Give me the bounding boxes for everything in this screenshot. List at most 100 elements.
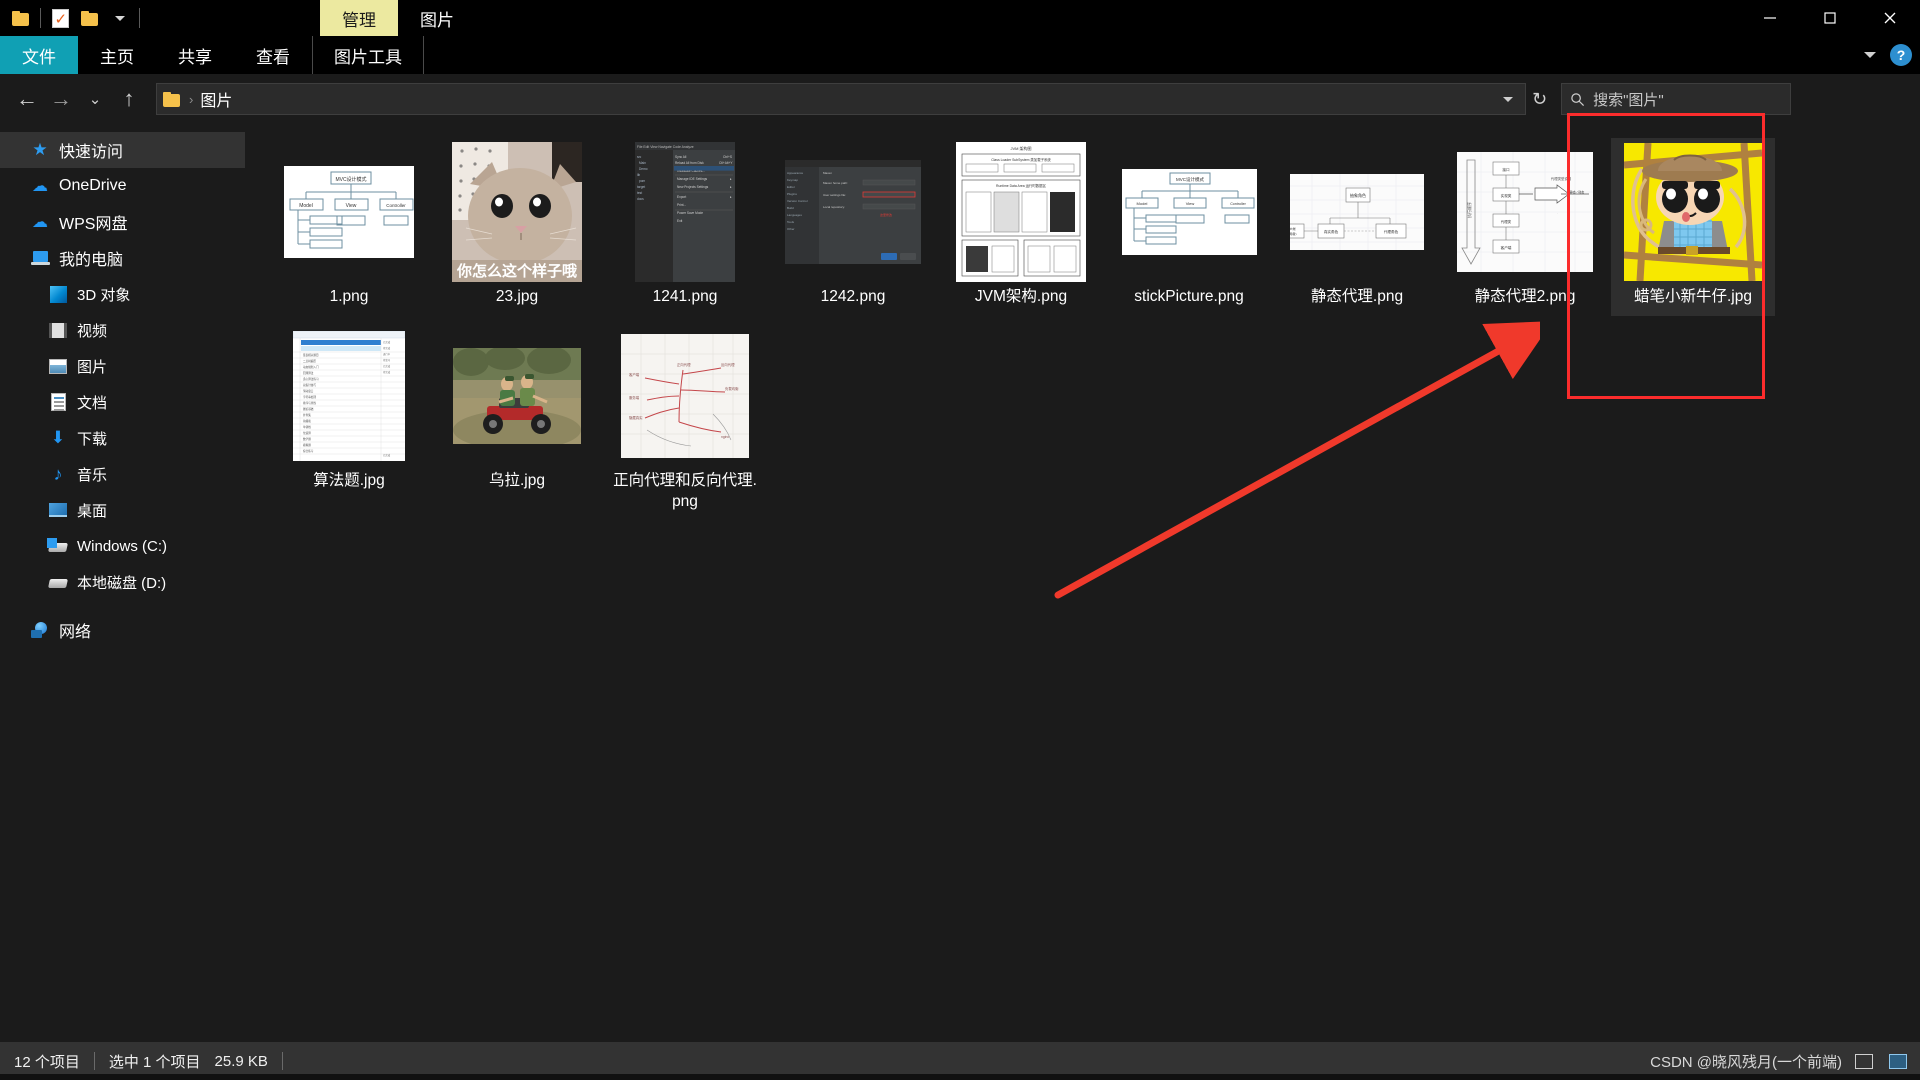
svg-text:Maven: Maven — [823, 171, 832, 175]
sidebar-item-local-disk-d[interactable]: 本地磁盘 (D:) — [0, 564, 245, 600]
file-item[interactable]: 执行顺序 接口 实现类 代理类 客户端 代理类型说明 静态 / 动态 · 静态代… — [1443, 138, 1607, 316]
desktop-icon — [48, 500, 68, 520]
sidebar-item-windows-c[interactable]: Windows (C:) — [0, 528, 245, 564]
sidebar-item-downloads[interactable]: ⬇ 下载 — [0, 420, 245, 456]
sidebar-item-label: 3D 对象 — [77, 286, 131, 304]
file-name: 1241.png — [652, 288, 718, 305]
svg-text:Sync All: Sync All — [675, 155, 687, 159]
sidebar-item-pictures[interactable]: 图片 — [0, 348, 245, 384]
file-name: stickPicture.png — [1134, 288, 1244, 305]
minimize-button[interactable] — [1740, 0, 1800, 36]
svg-text:图论基础: 图论基础 — [303, 407, 314, 411]
svg-text:贪心算法练习: 贪心算法练习 — [303, 377, 319, 381]
file-name: 23.jpg — [495, 288, 539, 305]
file-name: 静态代理.png — [1310, 288, 1404, 305]
tab-share[interactable]: 共享 — [156, 36, 234, 74]
svg-text:反向代理: 反向代理 — [721, 362, 735, 367]
large-icons-view-icon[interactable] — [1886, 1050, 1910, 1072]
chevron-down-icon: ⌄ — [88, 90, 102, 108]
details-view-icon[interactable] — [1852, 1050, 1876, 1072]
svg-text:MVC设计模式: MVC设计模式 — [1176, 176, 1204, 183]
tab-home[interactable]: 主页 — [78, 36, 156, 74]
svg-text:接口: 接口 — [1502, 167, 1510, 172]
svg-text:Tools: Tools — [787, 220, 795, 224]
sidebar-item-onedrive[interactable]: ☁ OneDrive — [0, 168, 245, 204]
recent-locations-button[interactable]: ⌄ — [78, 82, 112, 116]
sidebar-item-documents[interactable]: 文档 — [0, 384, 245, 420]
tab-file[interactable]: 文件 — [0, 36, 78, 74]
tab-picture-tools[interactable]: 图片工具 — [312, 36, 424, 74]
maximize-button[interactable] — [1800, 0, 1860, 36]
svg-text:位运算: 位运算 — [303, 431, 311, 435]
svg-text:负载均衡: 负载均衡 — [725, 386, 739, 391]
search-input[interactable]: 搜索"图片" — [1561, 83, 1792, 115]
svg-text:隐藏真实: 隐藏真实 — [629, 415, 643, 420]
sidebar-item-label: Windows (C:) — [77, 537, 168, 555]
file-item[interactable]: File Edit View Navigate Code Analyze src… — [603, 138, 767, 316]
sidebar-item-label: OneDrive — [59, 177, 127, 194]
sidebar-item-videos[interactable]: 视频 — [0, 312, 245, 348]
3d-objects-icon — [48, 284, 68, 304]
wps-cloud-icon: ☁ — [32, 214, 48, 231]
svg-text:Controller: Controller — [1230, 202, 1246, 206]
breadcrumb-separator: › — [189, 91, 194, 107]
svg-text:View: View — [346, 203, 357, 209]
contextual-tab-manage[interactable]: 管理 — [320, 0, 398, 36]
item-count-text: 12 个项目 — [14, 1053, 80, 1071]
flow-light-thumbnail: 抽象角色 真实角色 代理角色 客户端 (调用者) — [1290, 174, 1424, 250]
file-item[interactable]: 抽象角色 真实角色 代理角色 客户端 (调用者) 静态代理.png — [1275, 138, 1439, 316]
folder-icon[interactable] — [6, 3, 36, 33]
sidebar-item-desktop[interactable]: 桌面 — [0, 492, 245, 528]
chevron-down-icon[interactable] — [1864, 52, 1876, 58]
svg-text:Print...: Print... — [677, 203, 686, 207]
back-icon: ← — [16, 86, 38, 111]
quick-access-toolbar — [0, 0, 144, 36]
sidebar-item-label: 图片 — [77, 358, 108, 376]
chevron-down-icon[interactable] — [1503, 96, 1513, 102]
file-item[interactable]: 正向代理 客户端 服务端 隐藏真实 反向代理 负载均衡 nginx 正向代理和反向代理.… — [603, 322, 767, 513]
file-item[interactable]: 链表相关题目 二叉树遍历 动态规划入门 回溯算法 贪心算法练习 双指针技巧 滑动窗口字… — [267, 322, 431, 513]
file-item[interactable]: 你怎么这个样子哦 23.jpg — [435, 138, 599, 316]
svg-text:实现类: 实现类 — [1501, 193, 1512, 198]
sidebar-item-label: 下载 — [77, 430, 108, 448]
up-button[interactable]: ↑ — [112, 82, 146, 116]
svg-text:docs: docs — [637, 197, 644, 201]
save-doc-icon[interactable] — [45, 3, 75, 33]
file-item[interactable]: JVM 架构图 Class Loader SubSystem 类加载子系统 Ru… — [939, 138, 1103, 316]
sidebar-item-quick-access[interactable]: ★ 快速访问 — [0, 132, 245, 168]
file-item[interactable]: Appearance Keymap Editor Plugins Version C… — [771, 138, 935, 316]
refresh-button[interactable]: ↻ — [1526, 89, 1553, 110]
svg-text:Exit: Exit — [677, 219, 682, 223]
svg-text:Maven home path:: Maven home path: — [823, 181, 848, 185]
dropdown-caret-icon[interactable] — [105, 3, 135, 33]
tab-view[interactable]: 查看 — [234, 36, 312, 74]
windows-drive-icon — [47, 536, 68, 556]
back-button[interactable]: ← — [10, 82, 44, 116]
divider — [40, 8, 41, 28]
file-item-selected[interactable]: 蜡笔小新牛仔.jpg — [1611, 138, 1775, 316]
breadcrumb-item-pictures[interactable]: 图片 — [200, 87, 232, 111]
sidebar-item-3d-objects[interactable]: 3D 对象 — [0, 276, 245, 312]
window-controls — [1740, 0, 1920, 36]
sidebar-item-music[interactable]: ♪ 音乐 — [0, 456, 245, 492]
close-button[interactable] — [1860, 0, 1920, 36]
thumbnail: 抽象角色 真实角色 代理角色 客户端 (调用者) — [1287, 142, 1427, 282]
svg-text:src: src — [637, 155, 642, 159]
new-folder-icon[interactable] — [75, 3, 105, 33]
svg-text:Model: Model — [1136, 201, 1147, 206]
address-input[interactable]: › 图片 — [156, 83, 1526, 115]
svg-text:Manage IDE Settings: Manage IDE Settings — [677, 177, 708, 181]
sidebar-item-network[interactable]: 网络 — [0, 612, 245, 648]
file-list-view[interactable]: MVC设计模式 Model View Controller 1.png 你怎么这… — [245, 124, 1920, 1054]
forward-button[interactable]: → — [44, 82, 78, 116]
file-item[interactable]: MVC设计模式 Model View Controller — [1107, 138, 1271, 316]
svg-text:Build: Build — [787, 206, 794, 210]
navigation-pane[interactable]: ★ 快速访问 ☁ OneDrive ☁ WPS网盘 我的电脑 3D 对象 视频 … — [0, 124, 245, 1054]
sidebar-item-label: 桌面 — [77, 502, 108, 520]
sidebar-item-wps-cloud[interactable]: ☁ WPS网盘 — [0, 204, 245, 240]
file-item[interactable]: 乌拉.jpg — [435, 322, 599, 513]
file-item[interactable]: MVC设计模式 Model View Controller — [267, 138, 431, 316]
diagram-mvc2-thumbnail: MVC设计模式 Model View Controller — [1121, 169, 1257, 255]
sidebar-item-this-pc[interactable]: 我的电脑 — [0, 240, 245, 276]
help-icon[interactable]: ? — [1890, 44, 1912, 66]
